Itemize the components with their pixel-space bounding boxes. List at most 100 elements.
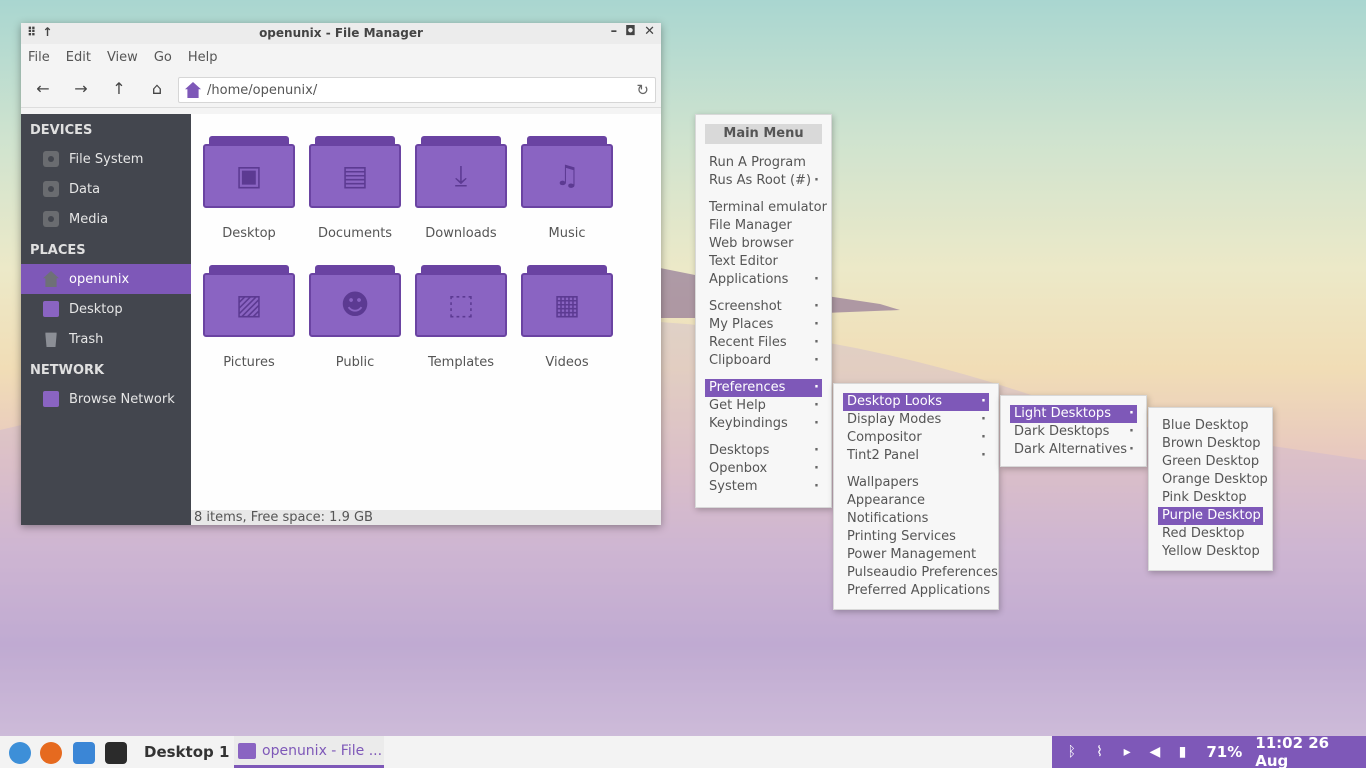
home-icon[interactable]: ⌂	[147, 79, 167, 98]
menu-item-pulseaudio-preferences[interactable]: Pulseaudio Preferences	[834, 564, 998, 582]
menu-item-recent-files[interactable]: Recent Files	[696, 334, 831, 352]
menu-item-display-modes[interactable]: Display Modes	[834, 411, 998, 429]
desktop-switcher[interactable]: Desktop 1	[144, 743, 229, 761]
sidebar-item-filesystem[interactable]: File System	[21, 144, 191, 174]
folder-downloads[interactable]: ⤓ Downloads	[411, 136, 511, 241]
terminal-launcher-icon[interactable]	[105, 742, 127, 764]
menu-item-desktops[interactable]: Desktops	[696, 442, 831, 460]
menu-item-desktop-looks[interactable]: Desktop Looks	[843, 393, 989, 411]
task-file-manager[interactable]: openunix - File ...	[234, 736, 384, 768]
sidebar-item-data[interactable]: Data	[21, 174, 191, 204]
menu-item-dark-alternatives[interactable]: Dark Alternatives	[1001, 441, 1146, 459]
folder-task-icon	[238, 742, 256, 759]
menubar: File Edit View Go Help	[21, 44, 661, 70]
volume-icon[interactable]: ◀	[1141, 744, 1169, 760]
file-manager-window: ⠿ ↑ openunix - File Manager – ◘ ✕ File E…	[21, 23, 661, 525]
sidebar-item-label: Browse Network	[69, 391, 175, 407]
location-bar[interactable]: /home/openunix/ ↻	[178, 77, 656, 103]
menu-item-notifications[interactable]: Notifications	[834, 510, 998, 528]
folder-label: Desktop	[222, 226, 276, 241]
sidebar-item-media[interactable]: Media	[21, 204, 191, 234]
sidebar-item-trash[interactable]: Trash	[21, 324, 191, 354]
menu-item-green-desktop[interactable]: Green Desktop	[1149, 453, 1272, 471]
menu-item-clipboard[interactable]: Clipboard	[696, 352, 831, 370]
status-bar: 8 items, Free space: 1.9 GB	[191, 510, 661, 525]
menu-item-screenshot[interactable]: Screenshot	[696, 298, 831, 316]
battery-percent: 71%	[1206, 743, 1243, 761]
reload-icon[interactable]: ↻	[636, 81, 649, 99]
maximize-icon[interactable]: ◘	[625, 24, 636, 39]
menu-item-openbox[interactable]: Openbox	[696, 460, 831, 478]
menu-go[interactable]: Go	[154, 50, 172, 65]
folder-desktop[interactable]: ▣ Desktop	[199, 136, 299, 241]
menu-item-wallpapers[interactable]: Wallpapers	[834, 474, 998, 492]
bluetooth-icon[interactable]: ᛒ	[1058, 744, 1086, 760]
folder-templates[interactable]: ⬚ Templates	[411, 265, 511, 370]
trash-icon	[45, 332, 57, 347]
menu-item-run-program[interactable]: Run A Program	[696, 154, 831, 172]
terminal-icon[interactable]: ▸	[1113, 744, 1141, 760]
menu-item-printing-services[interactable]: Printing Services	[834, 528, 998, 546]
window-titlebar[interactable]: ⠿ ↑ openunix - File Manager – ◘ ✕	[21, 23, 661, 44]
battery-icon[interactable]: ▮	[1169, 744, 1197, 760]
menu-help[interactable]: Help	[188, 50, 218, 65]
sidebar-item-label: openunix	[69, 271, 130, 287]
menu-item-brown-desktop[interactable]: Brown Desktop	[1149, 435, 1272, 453]
menu-view[interactable]: View	[107, 50, 138, 65]
menu-item-yellow-desktop[interactable]: Yellow Desktop	[1149, 543, 1272, 561]
folder-pictures[interactable]: ▨ Pictures	[199, 265, 299, 370]
menu-item-appearance[interactable]: Appearance	[834, 492, 998, 510]
desktop-folder-icon	[43, 301, 59, 317]
menu-file[interactable]: File	[28, 50, 50, 65]
location-path[interactable]: /home/openunix/	[207, 83, 317, 98]
close-icon[interactable]: ✕	[644, 24, 655, 39]
network-header: NETWORK	[30, 363, 105, 378]
menu-item-keybindings[interactable]: Keybindings	[696, 415, 831, 433]
forward-arrow-icon[interactable]: →	[71, 79, 91, 98]
menu-item-light-desktops[interactable]: Light Desktops	[1010, 405, 1137, 423]
back-arrow-icon[interactable]: ←	[33, 79, 53, 98]
folder-public[interactable]: ☻ Public	[305, 265, 405, 370]
menu-item-text-editor[interactable]: Text Editor	[696, 253, 831, 271]
menu-item-system[interactable]: System	[696, 478, 831, 496]
menu-edit[interactable]: Edit	[66, 50, 91, 65]
menu-item-preferred-applications[interactable]: Preferred Applications	[834, 582, 998, 600]
sidebar-item-browse-network[interactable]: Browse Network	[21, 384, 191, 414]
menu-item-applications[interactable]: Applications	[696, 271, 831, 289]
folder-videos[interactable]: ▦ Videos	[517, 265, 617, 370]
menu-item-terminal[interactable]: Terminal emulator	[696, 199, 831, 217]
minimize-icon[interactable]: –	[611, 24, 618, 39]
menu-item-web-browser[interactable]: Web browser	[696, 235, 831, 253]
desktop-looks-menu: Light Desktops Dark Desktops Dark Altern…	[1000, 395, 1147, 467]
folder-label: Pictures	[223, 355, 275, 370]
paperclip-icon[interactable]: ⌇	[1086, 744, 1114, 760]
menu-item-purple-desktop[interactable]: Purple Desktop	[1158, 507, 1263, 525]
file-manager-launcher-icon[interactable]	[73, 742, 95, 764]
menu-item-file-manager[interactable]: File Manager	[696, 217, 831, 235]
menu-item-my-places[interactable]: My Places	[696, 316, 831, 334]
sidebar-item-label: Media	[69, 211, 109, 227]
menu-item-blue-desktop[interactable]: Blue Desktop	[1149, 417, 1272, 435]
menu-item-run-as-root[interactable]: Rus As Root (#)	[696, 172, 831, 190]
firefox-launcher-icon[interactable]	[40, 742, 62, 764]
menu-item-preferences[interactable]: Preferences	[705, 379, 822, 397]
menu-item-dark-desktops[interactable]: Dark Desktops	[1001, 423, 1146, 441]
menu-item-power-management[interactable]: Power Management	[834, 546, 998, 564]
menu-item-get-help[interactable]: Get Help	[696, 397, 831, 415]
menu-item-tint2-panel[interactable]: Tint2 Panel	[834, 447, 998, 465]
browser-launcher-icon[interactable]	[9, 742, 31, 764]
folder-label: Public	[335, 355, 375, 370]
sidebar-item-openunix[interactable]: openunix	[21, 264, 191, 294]
clock[interactable]: 11:02 26 Aug	[1255, 734, 1366, 768]
menu-item-red-desktop[interactable]: Red Desktop	[1149, 525, 1272, 543]
menu-item-pink-desktop[interactable]: Pink Desktop	[1149, 489, 1272, 507]
folder-documents[interactable]: ▤ Documents	[305, 136, 405, 241]
places-header: PLACES	[30, 243, 86, 258]
menu-item-compositor[interactable]: Compositor	[834, 429, 998, 447]
folder-music[interactable]: ♫ Music	[517, 136, 617, 241]
devices-header: DEVICES	[30, 123, 93, 138]
up-arrow-icon[interactable]: ↑	[109, 79, 129, 98]
menu-item-orange-desktop[interactable]: Orange Desktop	[1149, 471, 1272, 489]
sidebar-item-desktop[interactable]: Desktop	[21, 294, 191, 324]
template-icon: ⬚	[447, 288, 475, 321]
